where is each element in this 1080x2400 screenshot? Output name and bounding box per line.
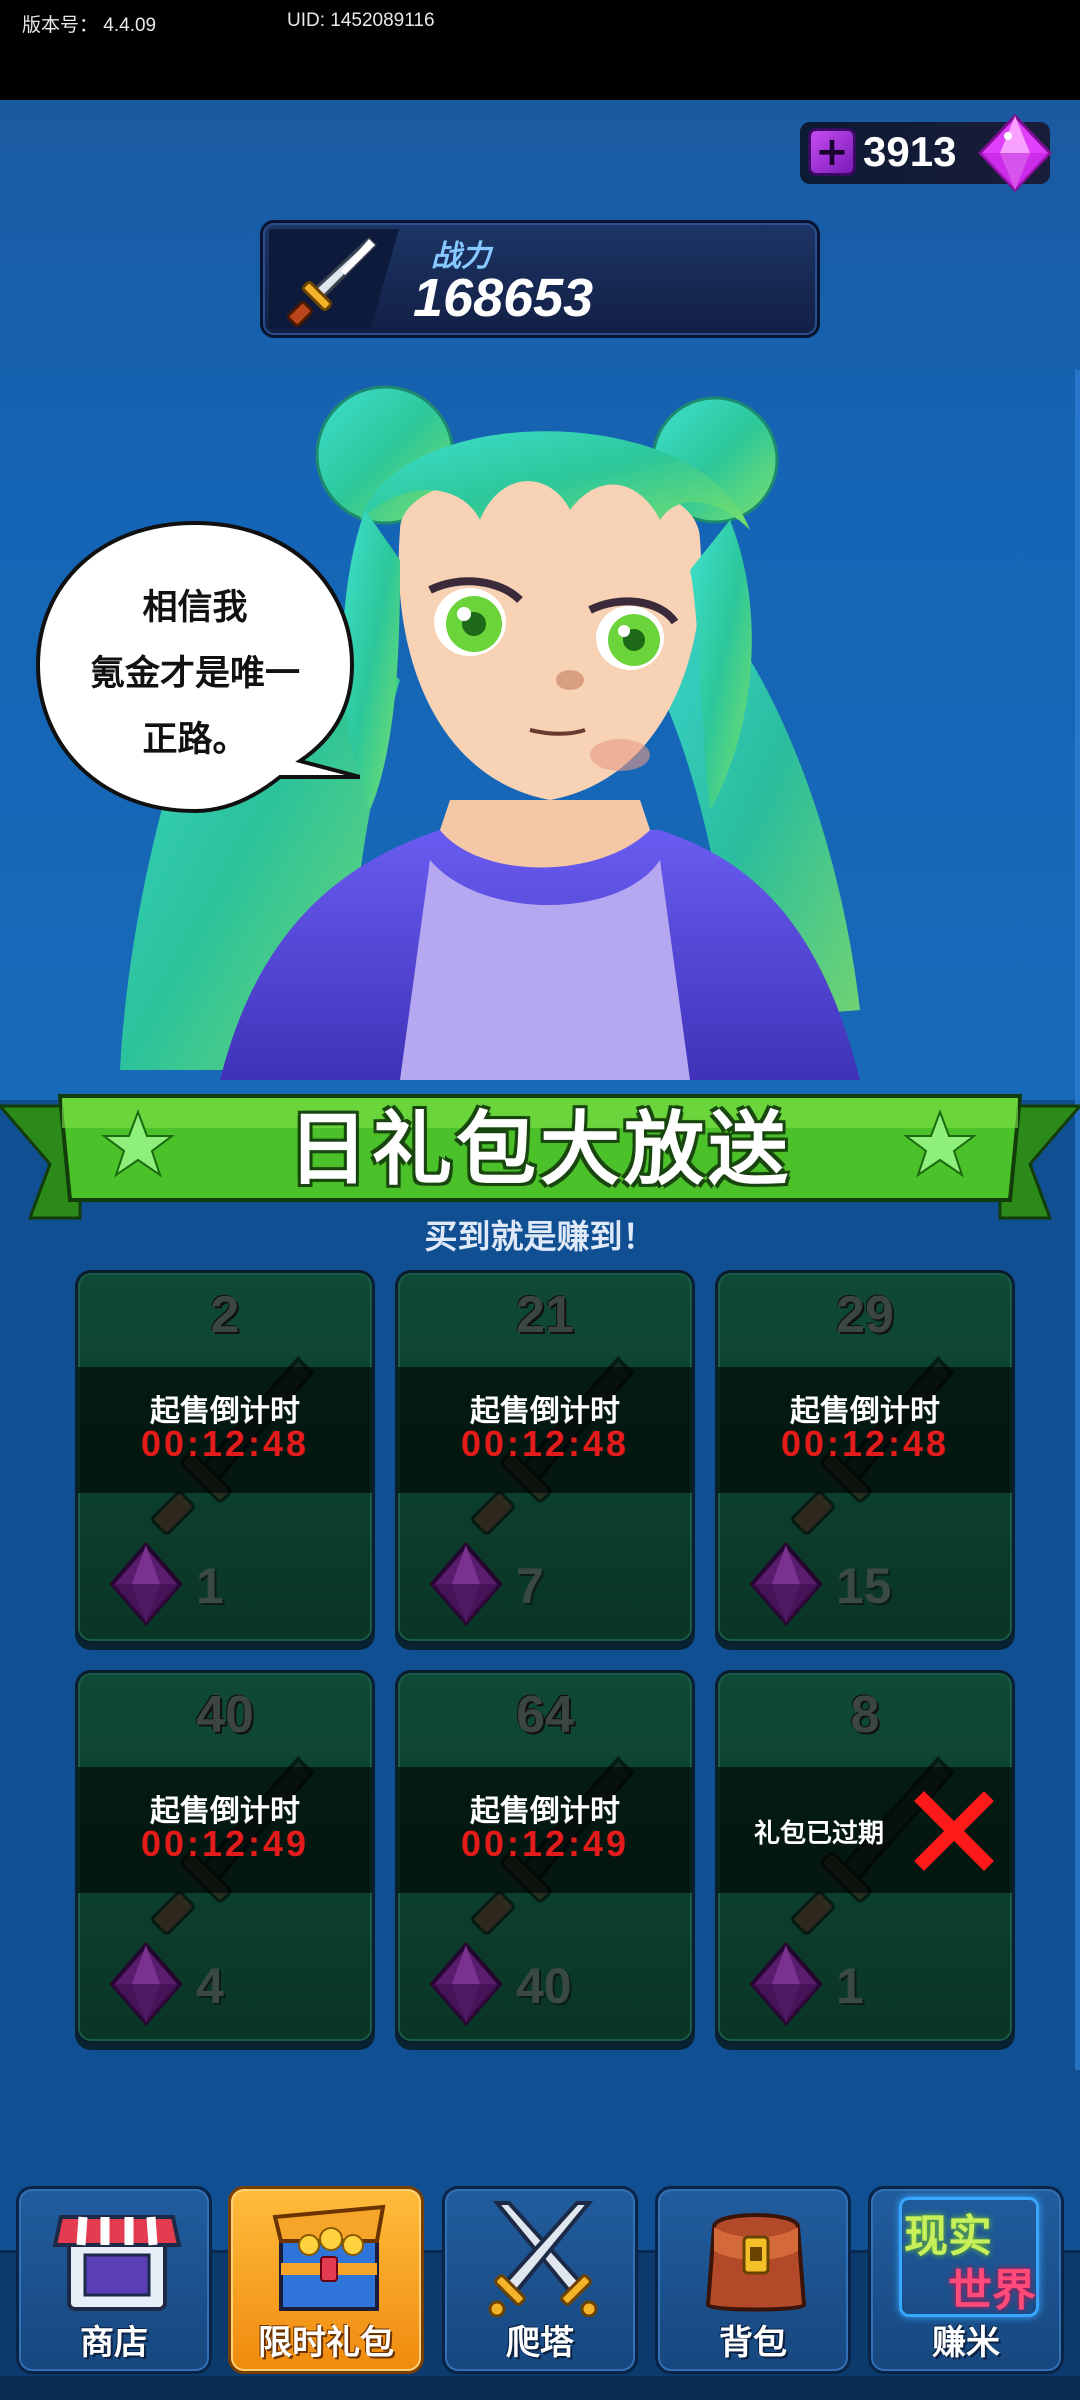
gift-pack-card[interactable]: 64 起售倒计时 00:12:49 40 (395, 1670, 695, 2044)
countdown-timer: 00:12:48 (460, 1423, 630, 1464)
gift-pack-card[interactable]: 29 起售倒计时 00:12:48 15 (715, 1270, 1015, 1644)
nav-backpack[interactable]: 背包 (655, 2186, 851, 2374)
nav-tower[interactable]: 爬塔 (442, 2186, 638, 2374)
power-panel: 战力 168653 (260, 220, 820, 338)
nav-label: 爬塔 (506, 2323, 574, 2363)
pack-price: 4 (196, 1958, 224, 2014)
plus-icon[interactable]: + (808, 128, 856, 176)
pack-number: 40 (196, 1686, 254, 1744)
countdown-timer: 00:12:48 (140, 1423, 310, 1464)
pack-price: 15 (836, 1558, 892, 1614)
speech-line: 正路。 (142, 719, 248, 760)
close-icon (914, 1791, 994, 1871)
gift-pack-card[interactable]: 40 起售倒计时 00:12:49 4 (75, 1670, 375, 2044)
speech-line: 相信我 (142, 587, 248, 628)
gem-icon (429, 1941, 503, 2027)
nav-label: 商店 (80, 2323, 148, 2363)
gem-icon (429, 1541, 503, 1627)
gem-count: 3913 (863, 128, 957, 175)
nav-earn[interactable]: 现实 世界 赚米 (868, 2186, 1064, 2374)
version-text: 版本号： 4.4.09 (22, 15, 157, 36)
pack-price: 7 (516, 1558, 544, 1614)
speech-line: 氪金才是唯一 (89, 653, 300, 694)
nav-shop[interactable]: 商店 (16, 2186, 212, 2374)
uid-text: UID: 1452089116 (287, 10, 435, 31)
crossed-swords-icon (488, 2201, 598, 2317)
gem-icon (109, 1941, 183, 2027)
pack-number: 21 (516, 1286, 574, 1344)
expired-label: 礼包已过期 (754, 1819, 885, 1849)
gem-icon (749, 1541, 823, 1627)
real-world-icon-text: 世界 (948, 2265, 1036, 2316)
gift-pack-card[interactable]: 21 起售倒计时 00:12:48 7 (395, 1270, 695, 1644)
bottom-edge (0, 2376, 1080, 2400)
pack-number: 2 (210, 1286, 240, 1344)
treasure-chest-icon (272, 2204, 386, 2311)
shop-icon (52, 2215, 182, 2311)
nav-label: 赚米 (932, 2323, 1000, 2363)
gem-counter: + 3913 (800, 114, 1052, 192)
pack-price: 1 (196, 1558, 224, 1614)
real-world-icon: 现实 世界 (899, 2197, 1039, 2317)
gift-pack-card[interactable]: 8 礼包已过期 1 (715, 1670, 1015, 2044)
pack-price: 40 (516, 1958, 572, 2014)
nav-limited-gift[interactable]: 限时礼包 (228, 2186, 424, 2374)
gem-icon (978, 114, 1052, 192)
sword-icon (287, 236, 378, 327)
status-bar: 版本号： 4.4.09 UID: 1452089116 (0, 0, 1080, 100)
power-value: 168653 (413, 268, 594, 328)
gift-pack-card[interactable]: 2 起售倒计时 00:12:48 1 (75, 1270, 375, 1644)
countdown-timer: 00:12:48 (780, 1423, 950, 1464)
pack-number: 8 (850, 1686, 880, 1744)
pack-price: 1 (836, 1958, 864, 2014)
countdown-timer: 00:12:49 (460, 1823, 630, 1864)
nav-label: 背包 (719, 2323, 787, 2363)
gem-icon (749, 1941, 823, 2027)
event-title: 日礼包大放送 (288, 1103, 792, 1196)
pack-number: 64 (516, 1686, 574, 1744)
backpack-icon (705, 2213, 807, 2312)
nav-label: 限时礼包 (258, 2323, 394, 2363)
event-subtitle: 买到就是赚到！ (424, 1217, 656, 1256)
pack-number: 29 (836, 1286, 894, 1344)
speech-text: 相信我 氪金才是唯一 正路。 (30, 575, 360, 773)
countdown-timer: 00:12:49 (140, 1823, 310, 1864)
gem-icon (109, 1541, 183, 1627)
